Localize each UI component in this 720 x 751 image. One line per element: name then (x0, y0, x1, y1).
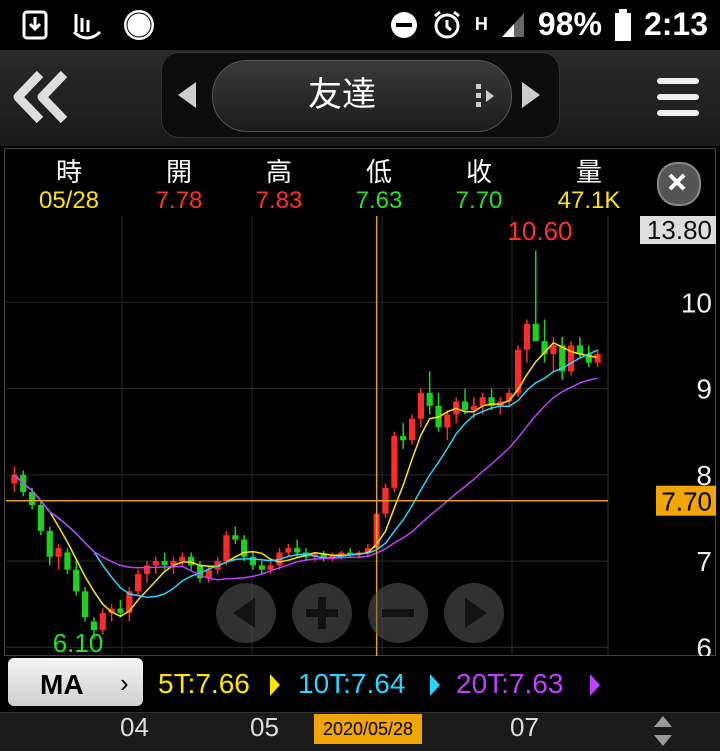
candle-body (391, 436, 398, 488)
candle-body (400, 436, 407, 441)
price-tick: 7 (696, 546, 712, 577)
ma5-line (13, 341, 598, 618)
candle-body (46, 530, 53, 557)
quote-label-time: 時 (55, 157, 82, 187)
ma-button-label: MA (40, 669, 84, 700)
candle-body (426, 392, 433, 406)
candle-body (55, 548, 62, 557)
clock: 2:13 (643, 6, 708, 42)
network-type: H (474, 14, 488, 34)
zoom-out-icon[interactable] (368, 583, 428, 643)
candle-body (444, 414, 451, 428)
ma10-marker-icon (430, 674, 440, 696)
candle-body (479, 397, 486, 406)
quote-value-low: 7.63 (355, 187, 403, 214)
candle-body (223, 535, 230, 562)
candle-body (161, 561, 168, 566)
price-tick: 9 (696, 374, 712, 405)
cursor-date-label: 2020/05/28 (314, 714, 422, 744)
dnd-icon (390, 11, 417, 38)
signal-icon (501, 12, 524, 37)
fortune-icon (122, 8, 156, 42)
candlestick-chart[interactable]: 13.801098767.7010.606.10 (0, 216, 720, 656)
quote-value-time: 05/28 (38, 187, 100, 214)
download-icon (18, 8, 52, 42)
quote-label-volume: 量 (575, 157, 602, 187)
quote-value-volume: 47.1K (557, 187, 621, 214)
candle-body (249, 556, 257, 566)
ma20-value: 20T:7.63 (456, 668, 564, 699)
candle-body (37, 505, 45, 531)
candle-body (461, 401, 469, 411)
candle-body (294, 548, 301, 553)
stock-name: 友達 (308, 76, 376, 114)
quote-label-low: 低 (365, 157, 392, 187)
price-tick: 10 (681, 287, 712, 318)
menu-icon[interactable] (655, 74, 701, 120)
candle-body (117, 608, 124, 613)
scroll-updown-icon[interactable] (652, 714, 674, 748)
pan-left-icon[interactable] (216, 583, 276, 643)
pan-right-icon[interactable] (444, 583, 504, 643)
date-tick-05: 05 (250, 712, 279, 742)
quote-label-close: 收 (465, 157, 492, 187)
cursor-price-label: 7.70 (661, 487, 712, 517)
grip-icon (476, 84, 496, 113)
ma10-value: 10T:7.64 (298, 668, 406, 699)
candle-body (267, 565, 274, 570)
price-tick: 6 (696, 632, 712, 656)
candle-body (188, 556, 195, 566)
candle-body (258, 565, 265, 570)
candle-body (82, 591, 89, 618)
candle-body (417, 392, 424, 419)
candle-body (594, 354, 601, 363)
prev-stock-icon[interactable] (176, 80, 198, 115)
candle-body (285, 548, 292, 553)
low-marker: 6.10 (53, 628, 104, 656)
app-notification-icon (70, 8, 104, 42)
candle-body (73, 569, 80, 592)
alarm-icon (433, 10, 460, 38)
candle-body (64, 552, 71, 570)
candle-body (523, 323, 530, 350)
candle-body (550, 345, 557, 355)
battery-percent: 98% (537, 6, 602, 42)
quote-label-high: 高 (265, 157, 292, 187)
quote-value-open: 7.78 (155, 187, 203, 214)
status-bar: H 98% 2:13 (0, 0, 720, 50)
candle-body (135, 574, 142, 592)
close-button[interactable] (657, 162, 701, 206)
next-stock-icon[interactable] (520, 80, 542, 115)
ma5-marker-icon (270, 674, 280, 696)
quote-value-high: 7.83 (255, 187, 303, 214)
battery-icon (614, 8, 631, 41)
candle-body (152, 561, 159, 566)
zoom-in-icon[interactable] (292, 583, 352, 643)
back-button[interactable] (10, 68, 72, 126)
chevron-right-icon: › (120, 668, 129, 698)
date-tick-07: 07 (510, 712, 539, 742)
quote-label-open: 開 (165, 157, 192, 187)
candle-body (232, 535, 239, 540)
candle-body (408, 418, 416, 441)
price-tick-max: 13.80 (647, 216, 712, 245)
quote-value-close: 7.70 (455, 187, 503, 214)
high-marker: 10.60 (507, 216, 572, 246)
date-tick-04: 04 (120, 712, 149, 742)
candle-body (143, 565, 151, 575)
candle-body (567, 345, 575, 372)
candle-body (179, 556, 186, 562)
ma5-value: 5T:7.66 (158, 668, 250, 699)
ma20-marker-icon (590, 674, 600, 696)
candle-body (532, 323, 539, 342)
